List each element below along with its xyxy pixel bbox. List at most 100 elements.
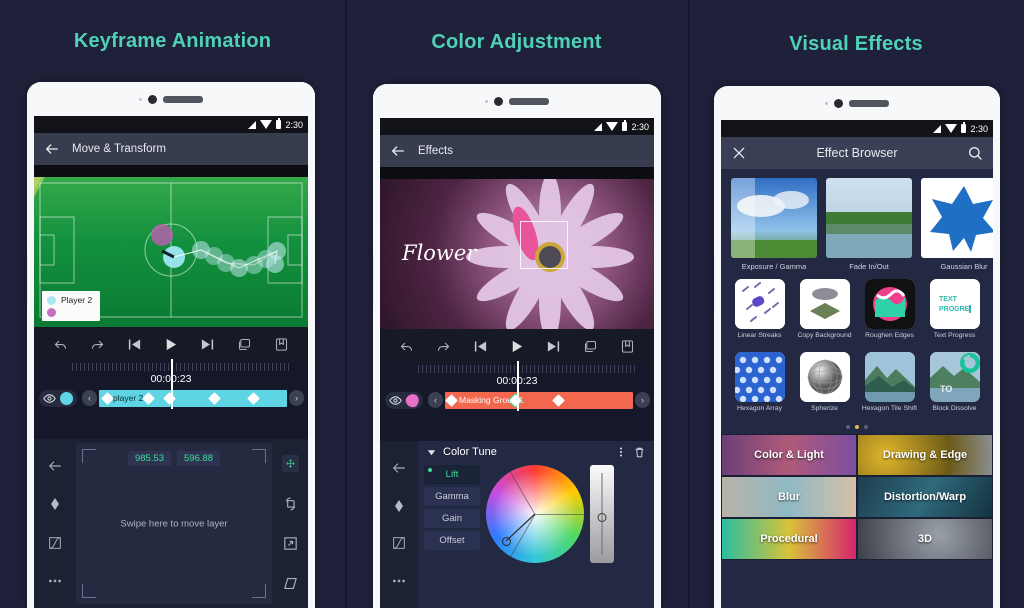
category-3d[interactable]: 3D: [857, 518, 993, 560]
legend-item: [47, 308, 92, 317]
category-color-light[interactable]: Color & Light: [721, 434, 857, 476]
track-prev-button[interactable]: ‹: [82, 390, 97, 406]
track-next-button[interactable]: ›: [289, 390, 304, 406]
arrow-left-icon[interactable]: [44, 141, 60, 157]
editor-container-2: Color Tune Lift Gamma Gain Offset: [380, 441, 654, 608]
tab-gain[interactable]: Gain: [424, 509, 480, 528]
effect-item[interactable]: TO Block Dissolve: [924, 352, 985, 421]
video-preview-2[interactable]: Flower: [380, 179, 654, 329]
keyframe-diamond-icon[interactable]: [391, 498, 407, 514]
overlay-text-flower[interactable]: Flower: [402, 241, 476, 265]
play-icon[interactable]: [163, 337, 178, 352]
rotate-tool-icon[interactable]: [282, 495, 299, 512]
redo-icon[interactable]: [436, 339, 451, 354]
play-icon[interactable]: [509, 339, 524, 354]
effect-item[interactable]: Spherize: [794, 352, 855, 421]
effect-item[interactable]: Hexagon Tile Shift: [859, 352, 920, 421]
triangle-down-icon[interactable]: [426, 447, 437, 458]
move-tool-icon[interactable]: [281, 454, 299, 472]
carousel-pager[interactable]: [721, 423, 993, 434]
skip-to-start-icon[interactable]: [127, 337, 142, 352]
transform-editor: 985.53 596.88 Swipe here to move layer: [34, 439, 308, 608]
skip-to-start-icon[interactable]: [473, 339, 488, 354]
position-x-value[interactable]: 985.53: [127, 451, 171, 466]
arrow-left-icon[interactable]: [391, 460, 407, 476]
selection-box[interactable]: [520, 221, 568, 269]
category-procedural[interactable]: Procedural: [721, 518, 857, 560]
keyframe-marker[interactable]: [100, 391, 114, 405]
keyframe-marker[interactable]: [142, 391, 155, 405]
loop-icon[interactable]: [237, 337, 252, 352]
color-wheel[interactable]: [486, 465, 584, 563]
slider-knob[interactable]: [597, 513, 607, 522]
track-color-swatch[interactable]: [403, 390, 422, 410]
category-drawing-edge[interactable]: Drawing & Edge: [857, 434, 993, 476]
pager-dot[interactable]: [864, 425, 868, 429]
loop-icon[interactable]: [583, 339, 598, 354]
playhead-1[interactable]: [171, 359, 173, 409]
redo-icon[interactable]: [90, 337, 105, 352]
featured-card[interactable]: Fade In/Out: [826, 178, 912, 271]
undo-icon[interactable]: [399, 339, 414, 354]
pager-dot[interactable]: [846, 425, 850, 429]
phone-mockup-3: 2:30 Effect Browser Exposure / Gamma Fad…: [714, 86, 1000, 608]
effect-item[interactable]: Linear Streaks: [729, 279, 790, 348]
more-vertical-icon[interactable]: [615, 446, 627, 458]
scale-tool-icon[interactable]: [282, 535, 299, 552]
track-visibility-toggle[interactable]: [385, 390, 423, 410]
effect-item[interactable]: TEXT PROGRE Text Progress: [924, 279, 985, 348]
pager-dot-active[interactable]: [855, 425, 859, 429]
bookmark-icon[interactable]: [274, 337, 289, 352]
playhead-2[interactable]: [517, 361, 519, 411]
keyframe-marker[interactable]: [247, 391, 261, 405]
keyframe-marker[interactable]: [162, 391, 176, 405]
tab-offset[interactable]: Offset: [424, 531, 480, 550]
trash-icon[interactable]: [633, 446, 646, 459]
more-horizontal-icon[interactable]: [47, 573, 63, 589]
phone-side-button-3[interactable]: [714, 256, 715, 312]
track-visibility-toggle[interactable]: [39, 389, 77, 407]
effect-item[interactable]: Copy Background: [794, 279, 855, 348]
eye-icon[interactable]: [389, 394, 402, 407]
keyframe-marker[interactable]: [445, 393, 458, 407]
undo-icon[interactable]: [53, 337, 68, 352]
arrow-left-icon[interactable]: [47, 458, 63, 474]
close-icon[interactable]: [731, 145, 747, 161]
tab-gamma[interactable]: Gamma: [424, 487, 480, 506]
phone-side-button-2[interactable]: [373, 254, 374, 310]
eye-icon[interactable]: [43, 392, 56, 405]
timeline-clip-masking-group[interactable]: Masking Group 1: [445, 391, 633, 409]
skip-to-end-icon[interactable]: [200, 337, 215, 352]
front-camera-icon: [494, 96, 503, 106]
track-color-swatch[interactable]: [60, 391, 73, 405]
featured-carousel[interactable]: Exposure / Gamma Fade In/Out Gaussian Bl…: [721, 169, 993, 271]
featured-card[interactable]: Exposure / Gamma: [731, 178, 817, 271]
effect-item[interactable]: Hexagon Array: [729, 352, 790, 421]
keyframe-diamond-icon[interactable]: [47, 496, 63, 512]
timeline-clip-player2[interactable]: player 2: [99, 389, 287, 407]
category-blur[interactable]: Blur: [721, 476, 857, 518]
arrow-left-icon[interactable]: [390, 143, 406, 159]
color-wheel-handle[interactable]: [502, 537, 511, 546]
transform-touch-area[interactable]: 985.53 596.88 Swipe here to move layer: [76, 443, 272, 604]
phone-side-button-1[interactable]: [27, 252, 28, 308]
more-horizontal-icon[interactable]: [391, 573, 407, 589]
skew-tool-icon[interactable]: [282, 575, 299, 592]
easing-curve-icon[interactable]: [47, 535, 63, 551]
category-distortion-warp[interactable]: Distortion/Warp: [857, 476, 993, 518]
search-icon[interactable]: [967, 145, 983, 161]
track-prev-button[interactable]: ‹: [428, 392, 443, 408]
bookmark-icon[interactable]: [620, 339, 635, 354]
effect-item[interactable]: Roughen Edges: [859, 279, 920, 348]
position-y-value[interactable]: 596.88: [177, 451, 221, 466]
tab-lift[interactable]: Lift: [424, 465, 480, 484]
luminance-slider[interactable]: [590, 465, 614, 563]
featured-card[interactable]: Gaussian Blur: [921, 178, 993, 271]
status-bar-2: 2:30: [380, 118, 654, 135]
track-next-button[interactable]: ›: [635, 392, 650, 408]
video-preview-1[interactable]: Player 2: [34, 177, 308, 327]
keyframe-marker[interactable]: [208, 391, 221, 405]
keyframe-marker[interactable]: [552, 393, 565, 407]
skip-to-end-icon[interactable]: [546, 339, 561, 354]
easing-curve-icon[interactable]: [391, 535, 407, 551]
